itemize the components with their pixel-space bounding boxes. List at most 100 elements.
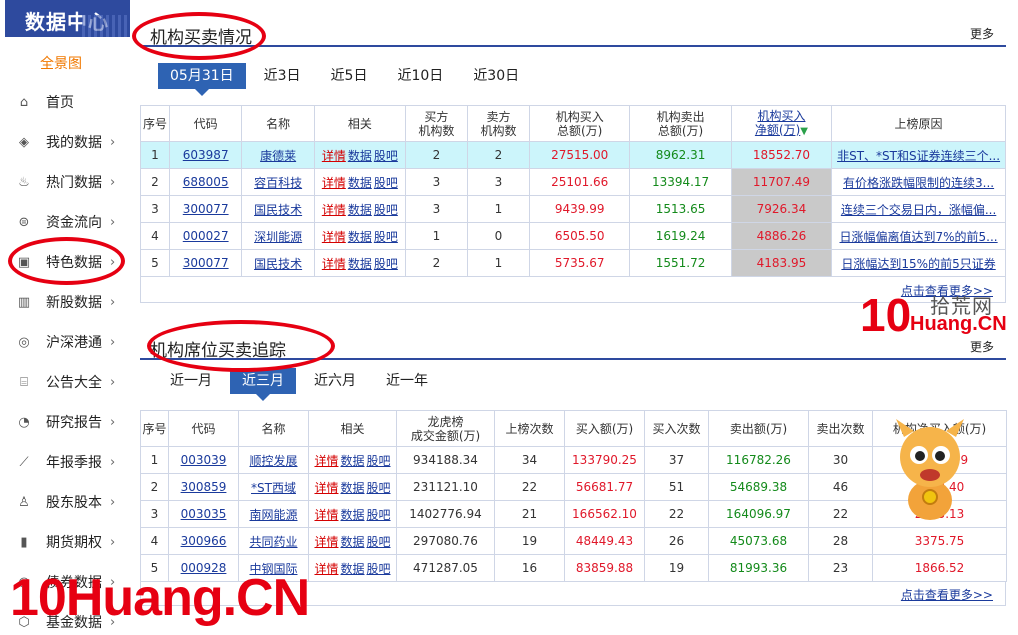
more-link[interactable]: 更多 bbox=[970, 338, 994, 355]
sidebar-item[interactable]: ◈ 我的数据 › bbox=[0, 122, 130, 162]
tab[interactable]: 近3日 bbox=[252, 63, 313, 89]
click-more-link[interactable]: 点击查看更多>> bbox=[901, 586, 993, 603]
detail-link[interactable]: 详情 bbox=[322, 203, 346, 217]
stock-code-link[interactable]: 300077 bbox=[183, 256, 229, 270]
header-text: 名称 bbox=[266, 116, 291, 131]
detail-link[interactable]: 详情 bbox=[322, 230, 346, 244]
sidebar-item[interactable]: ▥ 新股数据 › bbox=[0, 282, 130, 322]
sidebar-item[interactable]: ⊜ 资金流向 › bbox=[0, 202, 130, 242]
tab[interactable]: 近六月 bbox=[302, 368, 368, 394]
reason-link[interactable]: 连续三个交易日内，涨幅偏... bbox=[841, 203, 996, 217]
sidebar-item[interactable]: ⟋ 年报季报 › bbox=[0, 442, 130, 482]
seller-count: 3 bbox=[466, 168, 531, 196]
data-link[interactable]: 数据 bbox=[340, 454, 364, 468]
tab[interactable]: 近三月 bbox=[230, 368, 296, 401]
tab[interactable]: 近一月 bbox=[158, 368, 224, 394]
stock-code-link[interactable]: 300859 bbox=[181, 480, 227, 494]
data-link[interactable]: 数据 bbox=[340, 481, 364, 495]
stock-name-link[interactable]: 康德莱 bbox=[260, 149, 296, 163]
stock-code-link[interactable]: 688005 bbox=[183, 175, 229, 189]
data-link[interactable]: 数据 bbox=[348, 257, 372, 271]
detail-link[interactable]: 详情 bbox=[322, 149, 346, 163]
forum-link[interactable]: 股吧 bbox=[367, 535, 391, 549]
data-center-logo[interactable]: 数据中心 bbox=[5, 0, 130, 37]
panorama-link[interactable]: 全景图 bbox=[40, 53, 82, 73]
sidebar-item[interactable]: ⌂ 首页 bbox=[0, 82, 130, 122]
header-text: 机构数 bbox=[480, 123, 517, 138]
tab[interactable]: 近30日 bbox=[461, 63, 531, 89]
sidebar-item[interactable]: ⌸ 公告大全 › bbox=[0, 362, 130, 402]
forum-link[interactable]: 股吧 bbox=[367, 508, 391, 522]
data-link[interactable]: 数据 bbox=[348, 230, 372, 244]
reason-link[interactable]: 日涨幅偏离值达到7%的前5... bbox=[840, 230, 998, 244]
header-text: 序号 bbox=[142, 421, 167, 436]
stock-name-link[interactable]: 国民技术 bbox=[254, 203, 302, 217]
detail-link[interactable]: 详情 bbox=[314, 562, 338, 576]
buy-times: 19 bbox=[644, 554, 709, 582]
header-text: 机构数 bbox=[418, 123, 455, 138]
detail-link[interactable]: 详情 bbox=[314, 454, 338, 468]
stock-name-link[interactable]: *ST西域 bbox=[251, 481, 296, 495]
buyer-count: 1 bbox=[404, 222, 468, 250]
forum-link[interactable]: 股吧 bbox=[367, 454, 391, 468]
sidebar-item[interactable]: ◔ 研究报告 › bbox=[0, 402, 130, 442]
sell-amount: 54689.38 bbox=[708, 473, 809, 501]
seat-tracking-table: 序号 代码 名称 相关 龙虎榜 成交金额(万) 上榜次数 买入额(万) 买入次数 卖出额(万) 卖出… bbox=[140, 410, 1007, 582]
stock-name-link[interactable]: 南网能源 bbox=[249, 508, 297, 522]
stock-code-link[interactable]: 300966 bbox=[181, 534, 227, 548]
column-header[interactable]: 机构买入 净额(万)▼ bbox=[730, 105, 833, 142]
detail-link[interactable]: 详情 bbox=[322, 176, 346, 190]
detail-link[interactable]: 详情 bbox=[314, 508, 338, 522]
detail-link[interactable]: 详情 bbox=[314, 535, 338, 549]
sort-down-icon: ▼ bbox=[800, 125, 808, 137]
sidebar-item[interactable]: ▮ 期货期权 › bbox=[0, 522, 130, 562]
sidebar-item[interactable]: ◎ 沪深港通 › bbox=[0, 322, 130, 362]
tab[interactable]: 近5日 bbox=[319, 63, 380, 89]
net-amount: 1866.52 bbox=[872, 554, 1007, 582]
stock-name-link[interactable]: 容百科技 bbox=[254, 176, 302, 190]
stock-code-link[interactable]: 003035 bbox=[181, 507, 227, 521]
stock-name-link[interactable]: 顺控发展 bbox=[249, 454, 297, 468]
nav-icon: ◎ bbox=[18, 334, 30, 350]
watermark-logo: 10 拾荒网 Huang.CN bbox=[860, 289, 1010, 341]
stock-name-link[interactable]: 共同药业 bbox=[249, 535, 297, 549]
column-header: 名称 bbox=[238, 410, 309, 447]
reason-link[interactable]: 非ST、*ST和S证券连续三个... bbox=[837, 149, 1000, 163]
stock-code-link[interactable]: 300077 bbox=[183, 202, 229, 216]
row-index: 1 bbox=[140, 446, 169, 474]
forum-link[interactable]: 股吧 bbox=[374, 149, 398, 163]
stock-code-link[interactable]: 000027 bbox=[183, 229, 229, 243]
reason-link[interactable]: 有价格涨跌幅限制的连续3... bbox=[843, 176, 994, 190]
sell-amount: 1513.65 bbox=[629, 195, 732, 223]
data-link[interactable]: 数据 bbox=[340, 508, 364, 522]
data-link[interactable]: 数据 bbox=[348, 203, 372, 217]
data-link[interactable]: 数据 bbox=[348, 176, 372, 190]
sidebar-item[interactable]: ♙ 股东股本 › bbox=[0, 482, 130, 522]
detail-link[interactable]: 详情 bbox=[314, 481, 338, 495]
forum-link[interactable]: 股吧 bbox=[374, 257, 398, 271]
sidebar-item[interactable]: ♨ 热门数据 › bbox=[0, 162, 130, 202]
sidebar-item[interactable]: ▣ 特色数据 › bbox=[0, 242, 130, 282]
section-title: 机构席位买卖追踪 bbox=[150, 341, 286, 361]
stock-name-link[interactable]: 国民技术 bbox=[254, 257, 302, 271]
data-link[interactable]: 数据 bbox=[340, 562, 364, 576]
more-link[interactable]: 更多 bbox=[970, 25, 994, 42]
stock-name-link[interactable]: 深圳能源 bbox=[254, 230, 302, 244]
forum-link[interactable]: 股吧 bbox=[367, 562, 391, 576]
data-link[interactable]: 数据 bbox=[348, 149, 372, 163]
institution-trading-table: 序号 代码 名称 相关 买方 机构数 卖方 机构数 机构买入 总额(万) 机构卖出 总额(万) 机构买入… bbox=[140, 105, 1006, 277]
tab[interactable]: 近一年 bbox=[374, 368, 440, 394]
detail-link[interactable]: 详情 bbox=[322, 257, 346, 271]
data-link[interactable]: 数据 bbox=[340, 535, 364, 549]
forum-link[interactable]: 股吧 bbox=[374, 203, 398, 217]
stock-code-link[interactable]: 003039 bbox=[181, 453, 227, 467]
code-cell: 688005 bbox=[168, 168, 243, 196]
stock-code-link[interactable]: 603987 bbox=[183, 148, 229, 162]
tab[interactable]: 05月31日 bbox=[158, 63, 246, 96]
reason-link[interactable]: 日涨幅达到15%的前5只证券 bbox=[841, 257, 995, 271]
forum-link[interactable]: 股吧 bbox=[374, 176, 398, 190]
column-header: 买方 机构数 bbox=[404, 105, 468, 142]
tab[interactable]: 近10日 bbox=[385, 63, 455, 89]
forum-link[interactable]: 股吧 bbox=[374, 230, 398, 244]
forum-link[interactable]: 股吧 bbox=[367, 481, 391, 495]
